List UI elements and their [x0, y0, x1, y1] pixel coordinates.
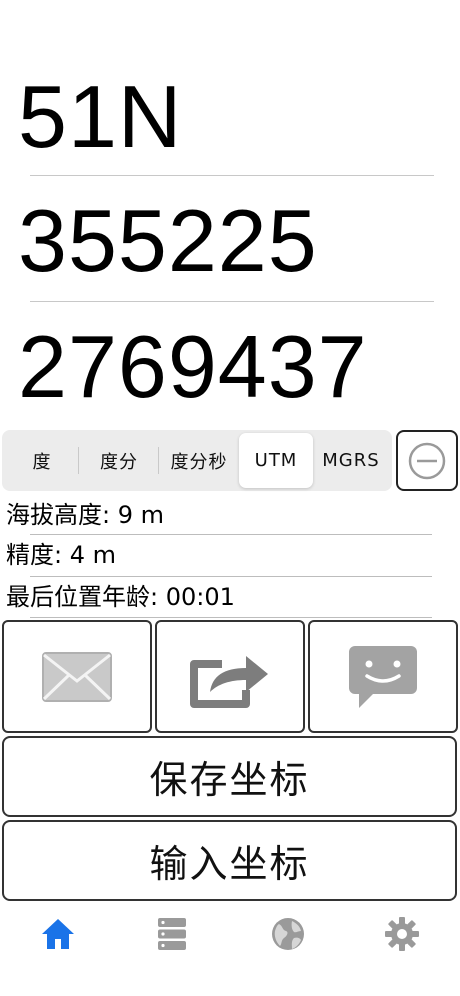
coordinate-screen: 51N 355225 2769437 度 度分 度分秒 UTM MGRS 海拔高… — [0, 0, 460, 996]
collapse-button[interactable] — [396, 430, 458, 491]
message-bubble-icon — [349, 645, 417, 708]
tab-list[interactable] — [152, 914, 192, 954]
format-option-degrees-minutes[interactable]: 度分 — [79, 433, 159, 488]
list-stack-icon — [158, 918, 186, 950]
tab-home[interactable] — [38, 914, 78, 954]
divider — [30, 301, 434, 302]
globe-icon — [272, 918, 304, 950]
format-option-mgrs[interactable]: MGRS — [313, 433, 389, 488]
share-button[interactable] — [155, 620, 305, 733]
envelope-icon — [42, 651, 112, 702]
gear-icon — [385, 917, 419, 951]
minus-circle-icon — [408, 442, 446, 479]
divider — [30, 534, 432, 535]
divider — [30, 175, 434, 176]
save-coordinates-button[interactable]: 保存坐标 — [2, 736, 457, 817]
tab-settings[interactable] — [382, 914, 422, 954]
utm-zone-value: 51N — [18, 67, 183, 166]
email-button[interactable] — [2, 620, 152, 733]
share-icon — [190, 655, 268, 708]
format-option-utm[interactable]: UTM — [239, 433, 313, 488]
home-icon — [42, 919, 74, 949]
divider — [30, 617, 432, 618]
tab-bar — [0, 904, 460, 964]
accuracy-readout: 精度: 4 m — [6, 541, 116, 569]
format-option-degrees[interactable]: 度 — [5, 433, 79, 488]
coordinate-format-selector: 度 度分 度分秒 UTM MGRS — [2, 430, 392, 491]
format-option-degrees-minutes-seconds[interactable]: 度分秒 — [159, 433, 239, 488]
tab-map[interactable] — [268, 914, 308, 954]
divider — [30, 576, 432, 577]
utm-northing-value: 2769437 — [18, 317, 368, 416]
utm-easting-value: 355225 — [18, 191, 318, 290]
altitude-readout: 海拔高度: 9 m — [6, 501, 164, 529]
last-fix-age-readout: 最后位置年龄: 00:01 — [6, 583, 235, 611]
input-coordinates-button[interactable]: 输入坐标 — [2, 820, 457, 901]
message-button[interactable] — [308, 620, 458, 733]
